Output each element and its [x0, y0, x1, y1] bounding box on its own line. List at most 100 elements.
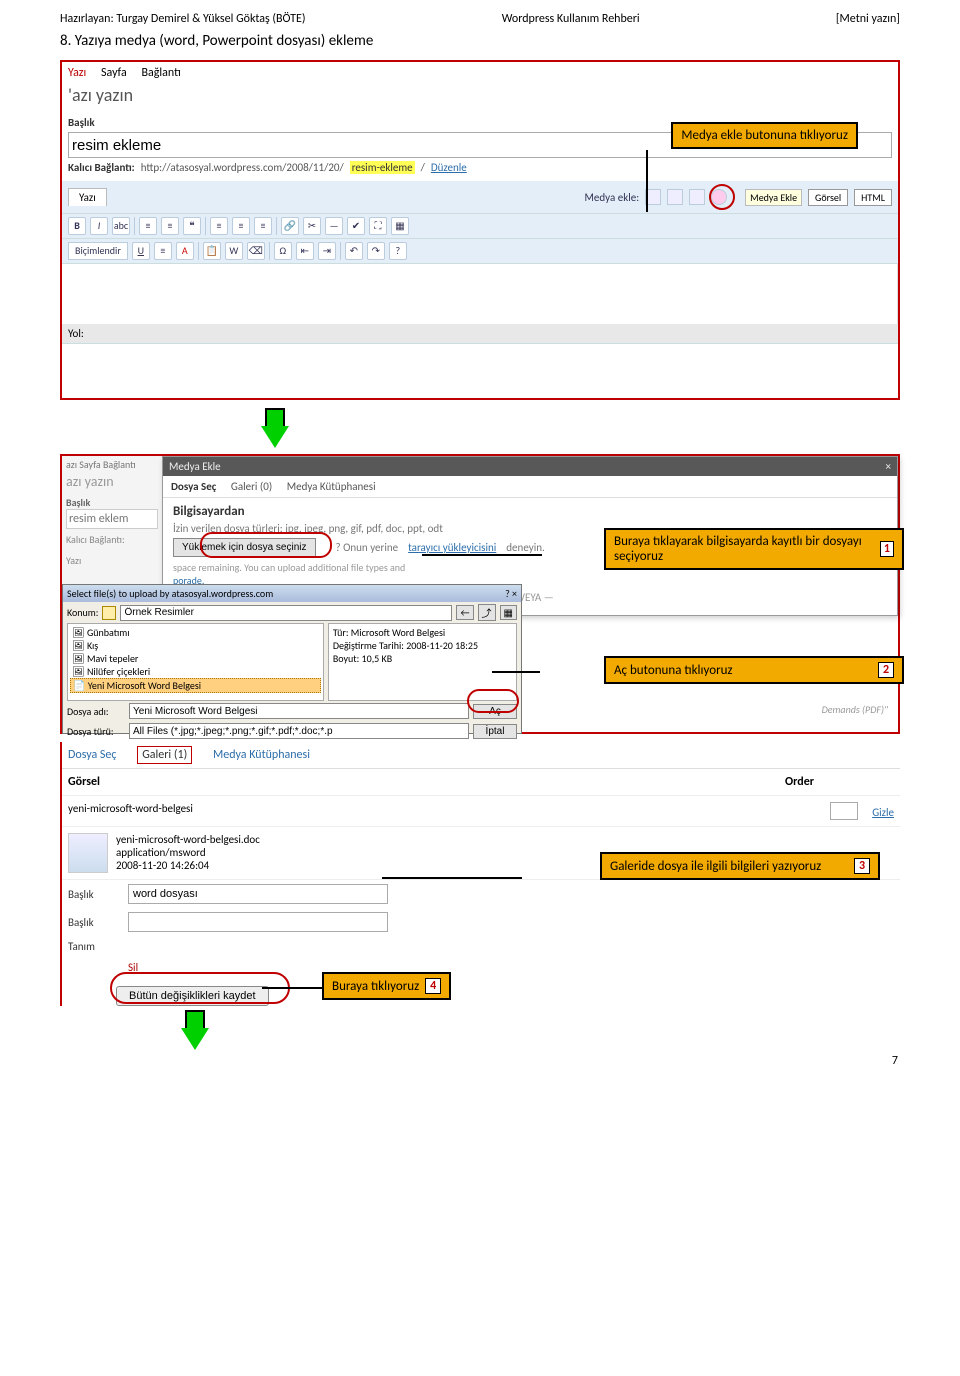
file-name: yeni-microsoft-word-belgesi.doc: [116, 833, 260, 846]
bg-yazi: Yazı: [66, 554, 158, 567]
order-input[interactable]: [830, 802, 858, 820]
tab-yazi[interactable]: Yazı: [68, 66, 86, 80]
bg-tabs: azı Sayfa Bağlantı: [66, 458, 158, 471]
paste-icon[interactable]: 📋: [203, 242, 221, 260]
justify-icon[interactable]: ≡: [154, 242, 172, 260]
sys-view-icon[interactable]: ▦: [500, 605, 517, 620]
filesize: Boyut: 10,5 KB: [333, 652, 512, 665]
fname-input[interactable]: [129, 703, 469, 719]
list-item[interactable]: 🖼 Günbatımı: [70, 626, 321, 639]
undo-icon[interactable]: ↶: [345, 242, 363, 260]
underline-icon[interactable]: U: [132, 242, 150, 260]
callout-open: Aç butonuna tıklıyoruz: [614, 663, 733, 678]
label-baslik2: Başlık: [68, 916, 118, 929]
strike-icon[interactable]: abc: [112, 217, 130, 235]
permalink-slug[interactable]: resim-ekleme: [350, 161, 415, 174]
list-item[interactable]: 🖼 Kış: [70, 639, 321, 652]
step-3: 3: [854, 858, 870, 874]
more-icon[interactable]: —: [325, 217, 343, 235]
editor-path: Yol:: [68, 327, 84, 340]
callout-gallery: Galeride dosya ile ilgili bilgileri yazı…: [610, 859, 821, 874]
fullscreen-icon[interactable]: ⛶: [369, 217, 387, 235]
gal-tab-dosya[interactable]: Dosya Seç: [68, 748, 116, 762]
outdent-icon[interactable]: ⇤: [296, 242, 314, 260]
gal-tab-kutuphane[interactable]: Medya Kütüphanesi: [213, 748, 310, 762]
help-icon[interactable]: ?: [389, 242, 407, 260]
italic-icon[interactable]: I: [90, 217, 108, 235]
modal-alt-link[interactable]: tarayıcı yükleyicisini: [408, 541, 496, 554]
permalink-edit[interactable]: Düzenle: [431, 161, 467, 174]
filetype: Tür: Microsoft Word Belgesi: [333, 626, 512, 639]
hide-link[interactable]: Gizle: [872, 806, 894, 819]
header-center: Wordpress Kullanım Rehberi: [502, 12, 640, 26]
bg-baslik-label: Başlık: [66, 496, 158, 509]
tab-sayfa[interactable]: Sayfa: [101, 66, 127, 80]
input-baslik[interactable]: [128, 884, 388, 904]
step-4: 4: [425, 978, 441, 994]
sys-back-icon[interactable]: ←: [456, 605, 473, 620]
label-tanim: Tanım: [68, 940, 118, 953]
screenshot-upload-modal: azı Sayfa Bağlantı azı yazın Başlık resi…: [60, 454, 900, 734]
quote-icon[interactable]: ❝: [183, 217, 201, 235]
modal-tab-dosya[interactable]: Dosya Seç: [171, 480, 216, 493]
callout-media-ekle-text: Medya ekle butonuna tıklıyoruz: [681, 128, 848, 143]
cancel-button[interactable]: İptal: [473, 724, 517, 739]
sys-konum-input[interactable]: [120, 605, 452, 621]
editor-toolbar-row1: B I abc ≡ ≡ ❝ ≡ ≡ ≡ 🔗 ✂ — ✔ ⛶ ▦: [62, 214, 898, 239]
list-item-selected[interactable]: 📄 Yeni Microsoft Word Belgesi: [70, 678, 321, 693]
ftype-label: Dosya türü:: [67, 725, 125, 738]
list-item[interactable]: 🖼 Nilüfer çiçekleri: [70, 665, 321, 678]
editor-tab-yazi[interactable]: Yazı: [68, 188, 107, 206]
modal-title: Medya Ekle: [169, 460, 221, 473]
modal-alt-link2: deneyin.: [506, 541, 545, 554]
file-date: 2008-11-20 14:26:04: [116, 859, 260, 872]
modal-tab-kutuphane[interactable]: Medya Kütüphanesi: [287, 480, 376, 493]
input-baslik2[interactable]: [128, 912, 388, 932]
media-audio-icon[interactable]: [689, 189, 705, 205]
indent-icon[interactable]: ⇥: [318, 242, 336, 260]
redo-icon[interactable]: ↷: [367, 242, 385, 260]
unlink-icon[interactable]: ✂: [303, 217, 321, 235]
col-gorsel: Görsel: [68, 775, 100, 789]
bold-icon[interactable]: B: [68, 217, 86, 235]
tab-baglanti[interactable]: Bağlantı: [141, 66, 180, 80]
list-item[interactable]: 🖼 Mavi tepeler: [70, 652, 321, 665]
format-select[interactable]: Biçimlendir: [68, 242, 128, 260]
clean-icon[interactable]: ⌫: [247, 242, 265, 260]
tab-html[interactable]: HTML: [854, 189, 892, 206]
media-label: Medya ekle:: [585, 191, 640, 204]
modal-close-icon[interactable]: ×: [886, 460, 891, 473]
ul-icon[interactable]: ≡: [139, 217, 157, 235]
editor-toolbar-row2: Biçimlendir U ≡ A 📋 W ⌫ Ω ⇤ ⇥ ↶ ↷ ?: [62, 239, 898, 264]
spell-icon[interactable]: ✔: [347, 217, 365, 235]
ftype-input[interactable]: [129, 723, 469, 739]
ol-icon[interactable]: ≡: [161, 217, 179, 235]
page-subheading: 'azı yazın: [62, 84, 898, 112]
wp-top-tabs: Yazı Sayfa Bağlantı: [62, 62, 898, 84]
color-icon[interactable]: A: [176, 242, 194, 260]
editor-content[interactable]: [62, 264, 898, 324]
alignleft-icon[interactable]: ≡: [210, 217, 228, 235]
section-title: 8. Yazıya medya (word, Powerpoint dosyas…: [60, 32, 900, 50]
sys-up-icon[interactable]: ⤴: [478, 604, 496, 621]
file-mime: application/msword: [116, 846, 260, 859]
media-video-icon[interactable]: [667, 189, 683, 205]
pasteword-icon[interactable]: W: [225, 242, 243, 260]
link-icon[interactable]: 🔗: [281, 217, 299, 235]
permalink-url: http://atasosyal.wordpress.com/2008/11/2…: [141, 161, 344, 174]
char-icon[interactable]: Ω: [274, 242, 292, 260]
callout-media-ekle: Medya ekle butonuna tıklıyoruz: [671, 122, 858, 149]
kitchen-icon[interactable]: ▦: [391, 217, 409, 235]
permalink-label: Kalıcı Bağlantı:: [68, 161, 135, 174]
modal-tab-galeri[interactable]: Galeri (0): [231, 480, 272, 493]
gal-tab-galeri[interactable]: Galeri (1): [137, 746, 192, 764]
page-number: 7: [892, 1054, 898, 1068]
row-title: yeni-microsoft-word-belgesi: [68, 802, 193, 815]
sys-help-icon[interactable]: ? ×: [505, 587, 517, 600]
tab-visual[interactable]: Görsel: [808, 189, 848, 206]
sys-title: Select file(s) to upload by atasosyal.wo…: [67, 587, 273, 600]
header-right: [Metni yazın]: [836, 12, 900, 26]
screenshot-gallery: Dosya Seç Galeri (1) Medya Kütüphanesi G…: [60, 742, 900, 1006]
alignright-icon[interactable]: ≡: [254, 217, 272, 235]
aligncenter-icon[interactable]: ≡: [232, 217, 250, 235]
